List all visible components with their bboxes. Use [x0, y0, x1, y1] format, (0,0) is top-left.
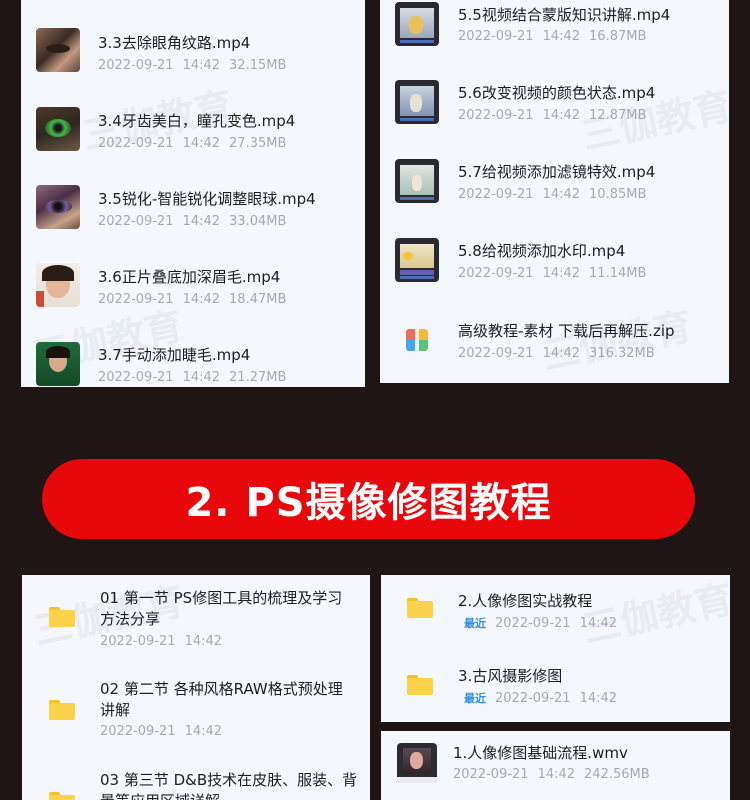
- file-name: 1.人像修图基础流程.wmv: [453, 744, 628, 762]
- file-meta: 2022-09-21 14:42 21.27MB: [98, 370, 287, 385]
- file-list-panel-right-2: 1.人像修图基础流程.wmv 2022-09-21 14:42 242.56MB: [381, 731, 730, 800]
- recent-badge: 最近: [464, 692, 486, 705]
- folder-name-line1: 01 第一节 PS修图工具的梳理及学习: [100, 589, 343, 607]
- file-name: 高级教程-素材 下载后再解压.zip: [458, 322, 675, 340]
- file-meta: 2022-09-21 14:42 16.87MB: [458, 29, 647, 44]
- folder-name-line2: 方法分享: [100, 610, 161, 628]
- recent-badge: 最近: [464, 617, 486, 630]
- file-meta: 2022-09-21 14:42 11.14MB: [458, 266, 647, 281]
- file-row[interactable]: 高级教程-素材 下载后再解压.zip 2022-09-21 14:42 316.32…: [380, 307, 729, 377]
- file-meta: 2022-09-21 14:42 32.15MB: [98, 58, 287, 73]
- folder-name-line2: 讲解: [100, 701, 131, 719]
- file-row[interactable]: 5.5视频结合蒙版知识讲解.mp4 2022-09-21 14:42 16.87MB: [380, 0, 729, 62]
- video-thumbnail-icon: [395, 159, 439, 203]
- video-thumbnail-icon: [36, 342, 80, 386]
- file-meta: 2022-09-21 14:42 33.04MB: [98, 214, 287, 229]
- file-list-panel-right: 三伽教育 三伽教育 5.5视频结合蒙版知识讲解.mp4 2022-09-21 14…: [380, 0, 729, 383]
- video-thumbnail-icon: [36, 185, 80, 229]
- folder-list-panel-left: 三伽教育 01 第一节 PS修图工具的梳理及学习 方法分享 2022-09-21…: [22, 575, 370, 800]
- file-meta: 2022-09-21 14:42 316.32MB: [458, 346, 655, 361]
- file-name: 3.3去除眼角纹路.mp4: [98, 34, 251, 52]
- folder-name-line2: 景等应用区域详解: [100, 790, 220, 800]
- file-row[interactable]: 3.4牙齿美白，瞳孔变色.mp4 2022-09-21 14:42 27.35MB: [21, 97, 365, 167]
- file-name: 3.5锐化-智能锐化调整眼球.mp4: [98, 190, 316, 208]
- folder-name-line1: 03 第三节 D&B技术在皮肤、服装、背: [100, 771, 358, 789]
- folder-icon: [407, 675, 433, 695]
- zip-archive-icon: [406, 329, 428, 351]
- file-row[interactable]: 1.人像修图基础流程.wmv 2022-09-21 14:42 242.56MB: [381, 731, 730, 800]
- video-thumbnail-icon: [36, 28, 80, 72]
- file-meta: 2022-09-21 14:42 27.35MB: [98, 136, 287, 151]
- file-meta: 2022-09-21 14:42 18.47MB: [98, 292, 287, 307]
- section-banner: 2. PS摄像修图教程: [42, 459, 695, 539]
- file-name: 5.8给视频添加水印.mp4: [458, 242, 626, 260]
- folder-row[interactable]: 01 第一节 PS修图工具的梳理及学习 方法分享 2022-09-21 14:42: [22, 575, 370, 667]
- folder-name: 2.人像修图实战教程: [458, 592, 593, 610]
- file-row[interactable]: 3.7手动添加睫毛.mp4 2022-09-21 14:42 21.27MB: [21, 331, 365, 387]
- file-name: 5.5视频结合蒙版知识讲解.mp4: [458, 6, 671, 24]
- video-thumbnail-icon: [395, 2, 439, 46]
- file-row[interactable]: 5.6改变视频的颜色状态.mp4 2022-09-21 14:42 12.87MB: [380, 70, 729, 140]
- folder-meta: 最近 2022-09-21 14:42: [464, 691, 618, 706]
- file-row[interactable]: 5.8给视频添加水印.mp4 2022-09-21 14:42 11.14MB: [380, 228, 729, 298]
- video-thumbnail-icon: [36, 263, 80, 307]
- file-row[interactable]: 3.3去除眼角纹路.mp4 2022-09-21 14:42 32.15MB: [21, 19, 365, 89]
- folder-list-panel-right: 三伽教育 2.人像修图实战教程 最近 2022-09-21 14:42 3.古风摄影…: [381, 575, 730, 722]
- video-thumbnail-icon: [36, 107, 80, 151]
- folder-icon: [407, 598, 433, 618]
- file-row[interactable]: 5.7给视频添加滤镜特效.mp4 2022-09-21 14:42 10.85MB: [380, 149, 729, 219]
- video-thumbnail-icon: [395, 238, 439, 282]
- folder-icon: [49, 700, 75, 720]
- file-name: 3.6正片叠底加深眉毛.mp4: [98, 268, 281, 286]
- file-list-panel-left: 三伽教育 三伽教育 3.3去除眼角纹路.mp4 2022-09-21 14:42 3…: [21, 0, 365, 387]
- file-name: 3.7手动添加睫毛.mp4: [98, 346, 251, 364]
- folder-meta: 2022-09-21 14:42: [100, 724, 223, 739]
- video-thumbnail-icon: [395, 80, 439, 124]
- folder-meta: 2022-09-21 14:42: [100, 634, 223, 649]
- section-title: 2. PS摄像修图教程: [185, 480, 552, 526]
- folder-meta: 最近 2022-09-21 14:42: [464, 616, 618, 631]
- folder-icon: [49, 792, 75, 800]
- folder-icon: [49, 607, 75, 627]
- folder-row[interactable]: 03 第三节 D&B技术在皮肤、服装、背 景等应用区域详解: [22, 759, 370, 800]
- folder-row[interactable]: 3.古风摄影修图 最近 2022-09-21 14:42: [381, 649, 730, 721]
- file-meta: 2022-09-21 14:42 12.87MB: [458, 108, 647, 123]
- folder-name: 3.古风摄影修图: [458, 667, 563, 685]
- file-name: 5.6改变视频的颜色状态.mp4: [458, 84, 656, 102]
- folder-row[interactable]: 2.人像修图实战教程 最近 2022-09-21 14:42: [381, 575, 730, 647]
- folder-name-line1: 02 第二节 各种风格RAW格式预处理: [100, 680, 343, 698]
- file-row[interactable]: 3.5锐化-智能锐化调整眼球.mp4 2022-09-21 14:42 33.04M…: [21, 175, 365, 245]
- file-meta: 2022-09-21 14:42 10.85MB: [458, 187, 647, 202]
- file-name: 5.7给视频添加滤镜特效.mp4: [458, 163, 656, 181]
- file-meta: 2022-09-21 14:42 242.56MB: [453, 767, 650, 782]
- file-name: 3.4牙齿美白，瞳孔变色.mp4: [98, 112, 296, 130]
- video-thumbnail-icon: [397, 743, 437, 783]
- file-row[interactable]: 3.6正片叠底加深眉毛.mp4 2022-09-21 14:42 18.47MB: [21, 253, 365, 323]
- folder-row[interactable]: 02 第二节 各种风格RAW格式预处理 讲解 2022-09-21 14:42: [22, 667, 370, 759]
